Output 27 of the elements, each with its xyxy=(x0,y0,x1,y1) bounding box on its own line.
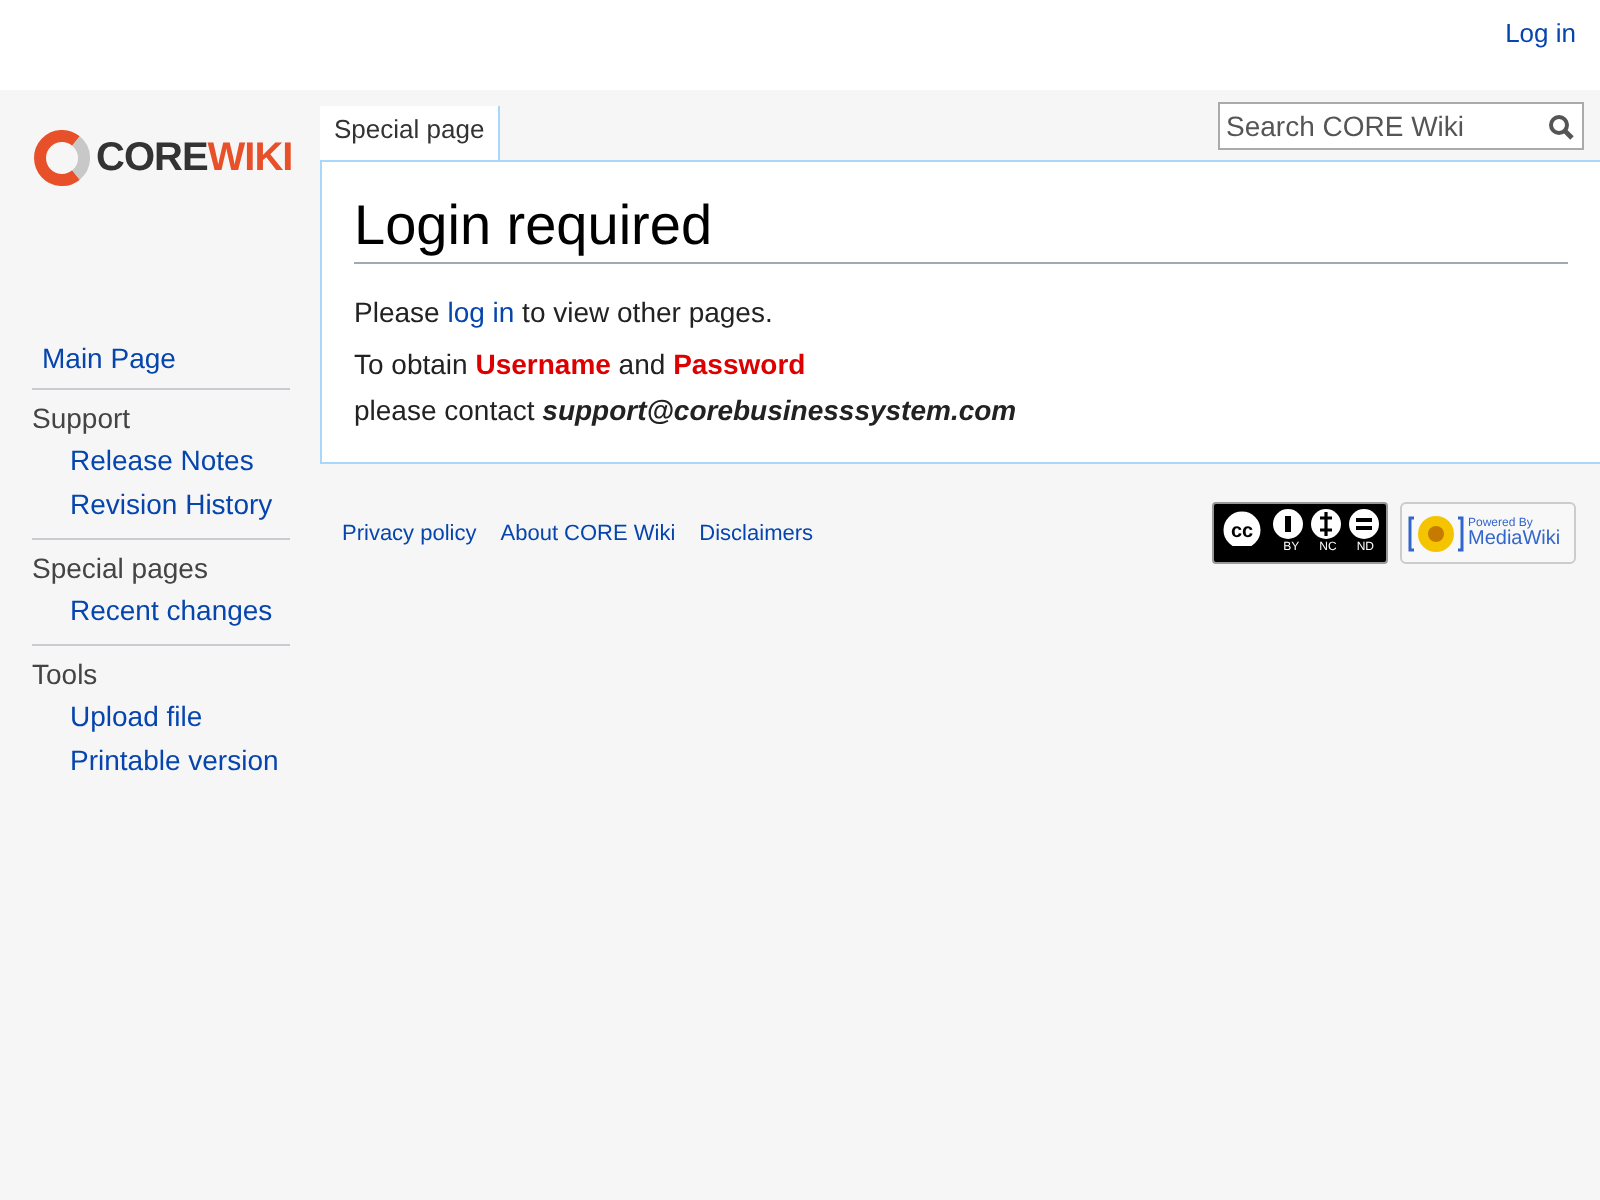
logo[interactable]: COREWIKI xyxy=(34,130,320,186)
footer-link[interactable]: Privacy policy xyxy=(342,521,477,545)
paragraph: To obtain Username and Password xyxy=(354,346,808,384)
login-link[interactable]: Log in xyxy=(1505,18,1576,48)
sidebar-link[interactable]: Printable version xyxy=(32,740,290,784)
footer-link[interactable]: About CORE Wiki xyxy=(500,521,676,545)
sidebar-link[interactable]: Upload file xyxy=(32,696,290,740)
sidebar-heading: Tools xyxy=(32,658,100,690)
logo-text: COREWIKI xyxy=(96,135,293,181)
paragraph: Please log in to view other pages. xyxy=(354,296,775,328)
login-link[interactable]: log in xyxy=(447,296,515,328)
badge-caption: MediaWiki xyxy=(1468,529,1561,549)
paragraph: please contact support@corebusinesssystem.com xyxy=(354,392,1019,430)
sidebar-link[interactable]: Release Notes xyxy=(32,440,290,484)
sidebar-link[interactable]: Recent changes xyxy=(32,590,290,634)
license-mark: cc xyxy=(1230,521,1254,543)
footer-link[interactable]: Disclaimers xyxy=(699,521,814,545)
tab[interactable]: Special page xyxy=(320,106,501,160)
flower-icon xyxy=(1408,511,1464,555)
sidebar-heading: Support xyxy=(32,402,133,434)
sidebar-heading: Special pages xyxy=(32,552,210,584)
page-title: Login required xyxy=(354,194,1568,264)
search-icon[interactable] xyxy=(1548,114,1574,140)
search-field[interactable]: Search CORE Wiki xyxy=(1218,102,1584,150)
sidebar-link[interactable]: Revision History xyxy=(32,484,290,528)
ring-icon xyxy=(34,130,90,186)
sidebar-link[interactable]: Main Page xyxy=(32,338,290,390)
